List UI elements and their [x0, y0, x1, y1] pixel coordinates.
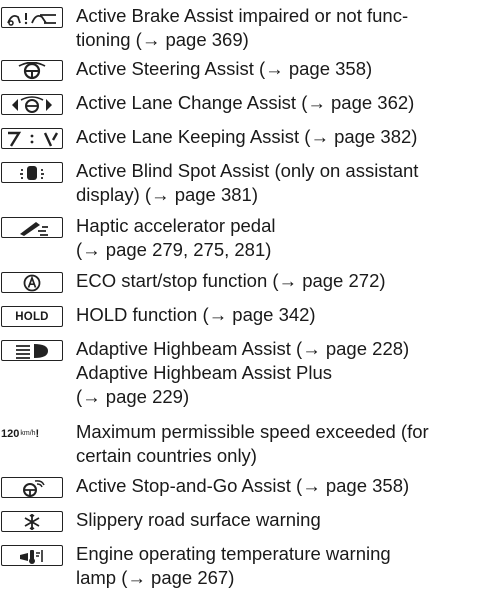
entry-line: Adaptive Highbeam Assist Plus: [76, 362, 333, 383]
entry-description: Active Steering Assist (→ page 358): [76, 57, 476, 81]
entry-line: Active Lane Change Assist (→ page 362): [76, 92, 415, 113]
entry-description: Active Lane Change Assist (→ page 362): [76, 91, 476, 115]
entry-description: Active Brake Assist impaired or not func…: [76, 4, 476, 52]
engine-temperature-icon: [1, 545, 63, 566]
entry-line: Maximum permissible speed exceeded (for: [76, 421, 429, 442]
speed-unit-label: km/h: [20, 430, 36, 437]
entry-line: Engine operating temperature warning: [76, 543, 391, 564]
eco-start-stop-icon: [1, 272, 63, 293]
steering-assist-icon: [1, 60, 63, 81]
entry-line: display) (→ page 381): [76, 184, 259, 205]
hold-icon: HOLD: [1, 306, 63, 327]
entry-line: (→ page 279, 275, 281): [76, 239, 272, 260]
entry-description: Slippery road surface warning: [76, 508, 476, 532]
lane-change-assist-icon: [1, 94, 63, 115]
entry-description: Adaptive Highbeam Assist (→ page 228) Ad…: [76, 337, 476, 409]
entry-line: tioning (→ page 369): [76, 29, 249, 50]
entry-line: certain countries only): [76, 445, 257, 466]
speed-limit-icon: 120 km/h !: [1, 423, 63, 444]
entry-description: HOLD function (→ page 342): [76, 303, 476, 327]
brake-assist-icon: [1, 7, 63, 28]
entry-description: Active Lane Keeping Assist (→ page 382): [76, 125, 476, 149]
entry-line: Active Lane Keeping Assist (→ page 382): [76, 126, 418, 147]
entry-line: Active Brake Assist impaired or not func…: [76, 5, 409, 26]
entry-description: Engine operating temperature warning lam…: [76, 542, 476, 590]
entry-description: Active Blind Spot Assist (only on assist…: [76, 159, 476, 207]
entry-description: Maximum permissible speed exceeded (for …: [76, 420, 476, 468]
highbeam-assist-icon: [1, 340, 63, 361]
hold-icon-label: HOLD: [15, 310, 49, 323]
entry-line: ECO start/stop function (→ page 272): [76, 270, 386, 291]
warning-mark-label: !: [35, 427, 40, 440]
haptic-pedal-icon: [1, 217, 63, 238]
lane-keeping-assist-icon: [1, 128, 63, 149]
entry-line: (→ page 229): [76, 386, 190, 407]
entry-description: ECO start/stop function (→ page 272): [76, 269, 476, 293]
entry-line: Slippery road surface warning: [76, 509, 321, 530]
entry-line: Active Stop-and-Go Assist (→ page 358): [76, 475, 410, 496]
entry-line: Active Blind Spot Assist (only on assist…: [76, 160, 419, 181]
entry-description: Active Stop-and-Go Assist (→ page 358): [76, 474, 476, 498]
entry-line: Haptic accelerator pedal: [76, 215, 276, 236]
speed-value-label: 120: [1, 427, 20, 440]
entry-line: HOLD function (→ page 342): [76, 304, 316, 325]
stop-and-go-assist-icon: [1, 477, 63, 498]
entry-line: Active Steering Assist (→ page 358): [76, 58, 373, 79]
blind-spot-assist-icon: [1, 162, 63, 183]
entry-line: Adaptive Highbeam Assist (→ page 228): [76, 338, 410, 359]
entry-description: Haptic accelerator pedal (→ page 279, 27…: [76, 214, 476, 262]
slippery-road-icon: [1, 511, 63, 532]
entry-line: lamp (→ page 267): [76, 567, 235, 588]
